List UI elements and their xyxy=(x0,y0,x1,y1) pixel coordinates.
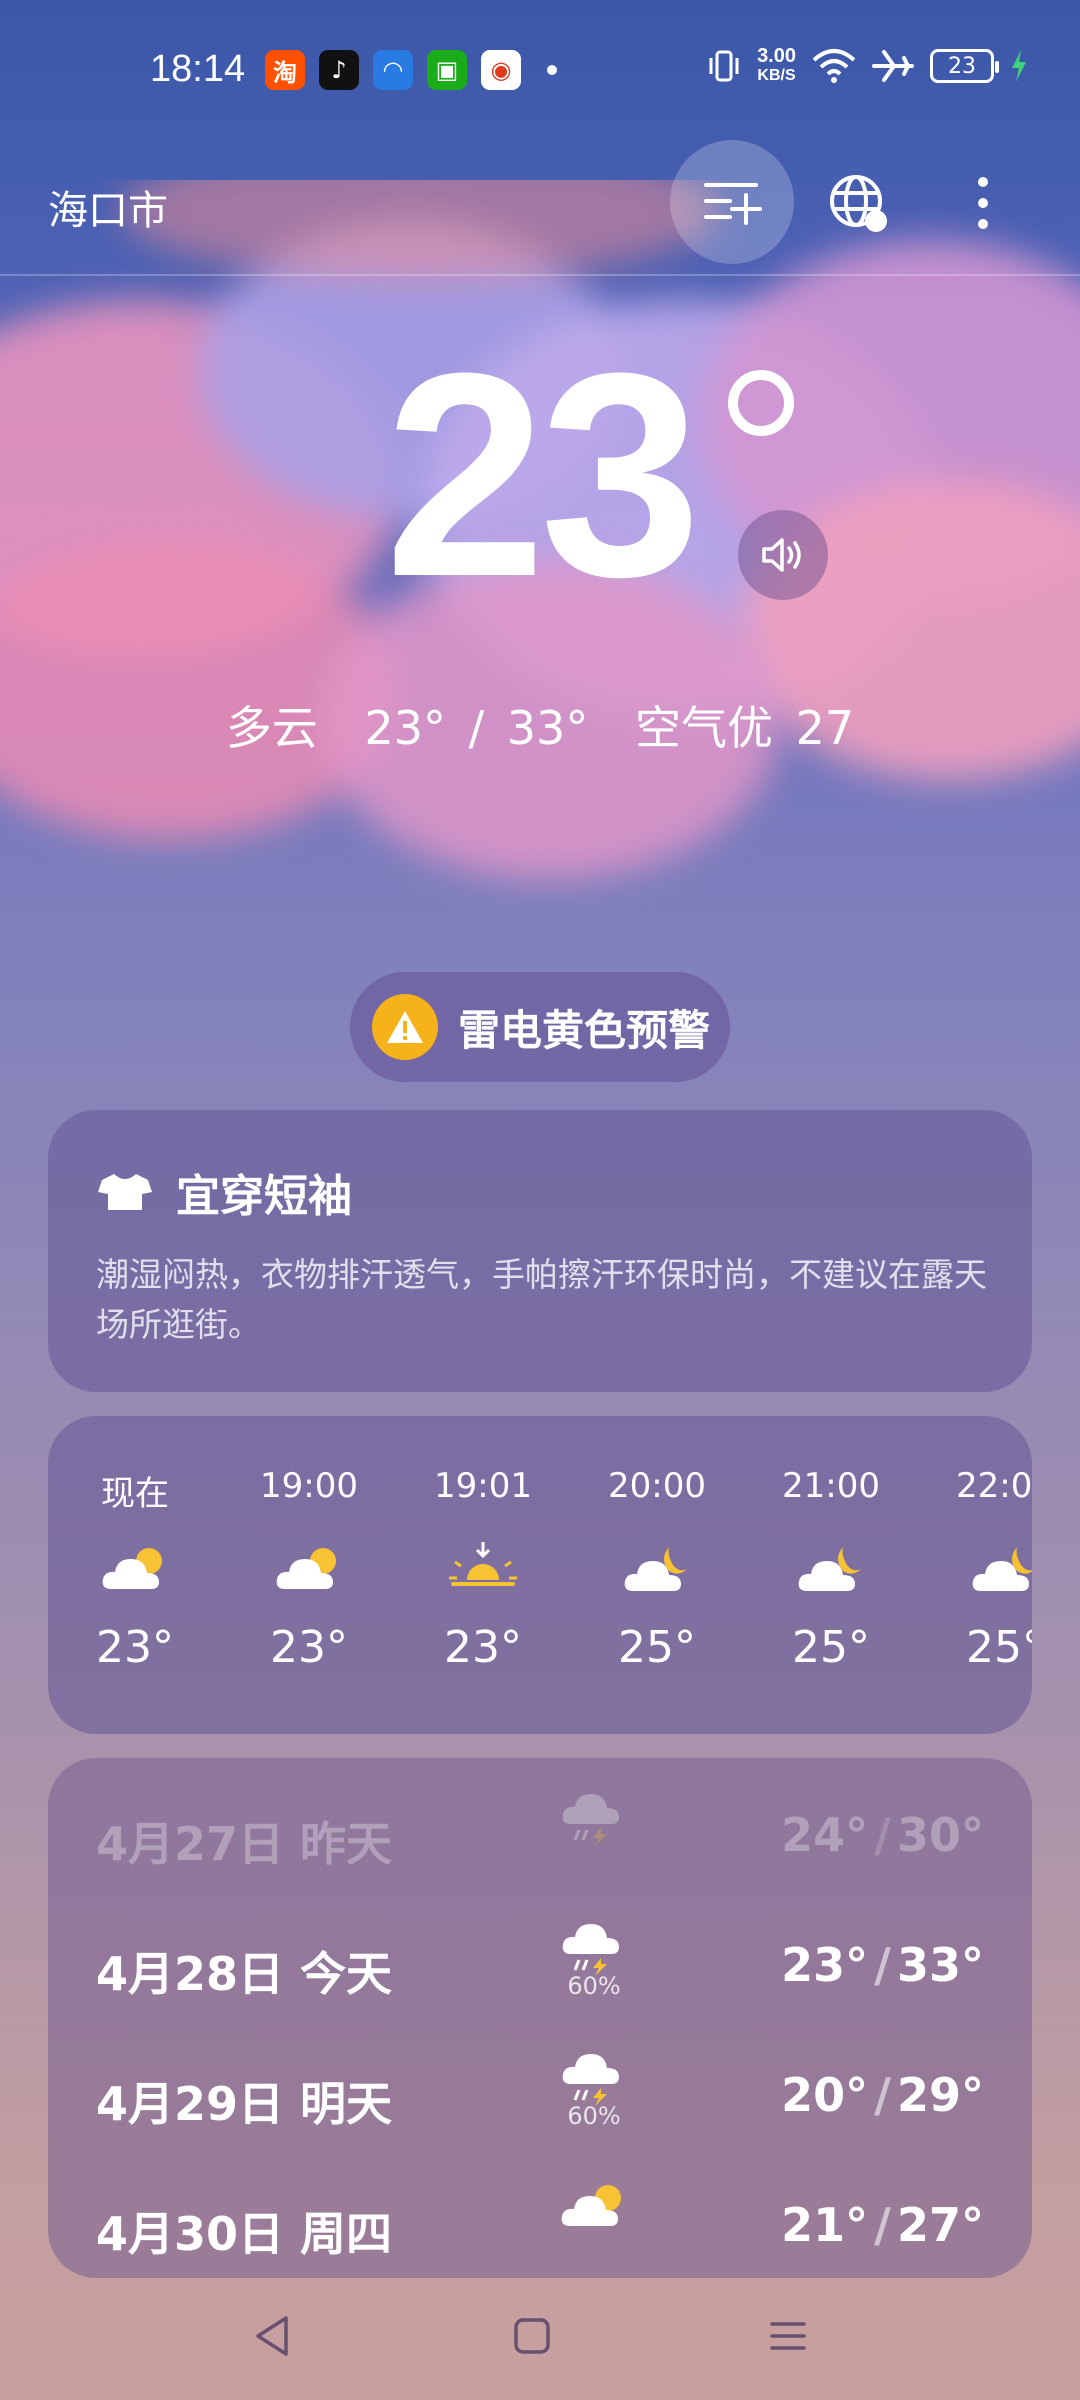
hourly-time: 19:00 xyxy=(260,1466,358,1506)
degree-symbol xyxy=(728,370,794,436)
back-button[interactable] xyxy=(242,2306,302,2366)
red-app-icon: ◉ xyxy=(481,50,521,90)
douyin-app-icon: ♪ xyxy=(319,50,359,90)
sunset-icon xyxy=(443,1540,523,1600)
clothing-advice-card[interactable]: 宜穿短袖 潮湿闷热，衣物排汗透气，手帕擦汗环保时尚，不建议在露天场所逛街。 xyxy=(48,1110,1032,1392)
hourly-temp: 25° xyxy=(618,1622,696,1673)
air-quality[interactable]: 空气优 27 xyxy=(635,701,854,755)
home-button[interactable] xyxy=(502,2306,562,2366)
cloudy-sun-icon xyxy=(554,2180,634,2260)
precipitation-probability: 60% xyxy=(567,1972,621,2000)
cloudy-sun-icon xyxy=(95,1540,175,1600)
hourly-time: 20:00 xyxy=(608,1466,706,1506)
daily-row[interactable]: 4月30日 周四 21°/27° xyxy=(48,2170,1032,2270)
daily-row[interactable]: 4月27日 昨天 24°/30° xyxy=(48,1780,1032,1880)
hourly-temp: 25° xyxy=(966,1622,1032,1673)
cloudy-moon-icon xyxy=(617,1540,697,1600)
charging-icon xyxy=(1012,50,1026,82)
system-navigation-bar xyxy=(0,2268,1080,2400)
cloudy-moon-icon xyxy=(965,1540,1032,1600)
daily-temp-range: 24°/30° xyxy=(781,1808,984,1862)
clothing-description: 潮湿闷热，衣物排汗透气，手帕擦汗环保时尚，不建议在露天场所逛街。 xyxy=(96,1255,987,1344)
hourly-list[interactable]: 现在 23° 19:00 23° 19:01 23° 20:00 25° 21:00 25° 22:… xyxy=(48,1416,1032,1673)
cloudy-moon-icon xyxy=(791,1540,871,1600)
recents-button[interactable] xyxy=(758,2306,818,2366)
battery-indicator: 23 xyxy=(930,49,999,83)
hourly-temp: 23° xyxy=(444,1622,522,1673)
precipitation-probability: 60% xyxy=(567,2102,621,2130)
globe-button[interactable] xyxy=(820,165,896,241)
alert-text: 雷电黄色预警 xyxy=(458,1005,711,1055)
tshirt-icon xyxy=(98,1174,152,1210)
battery-level: 23 xyxy=(948,53,976,79)
today-range: 23° / 33° xyxy=(364,701,589,755)
airplane-mode-icon xyxy=(872,50,914,82)
city-name[interactable]: 海口市 xyxy=(48,178,168,236)
status-bar: 18:14 淘 ♪ ◠ ▣ ◉ 3.00 KB/S 23 xyxy=(0,0,1080,140)
condition-text: 多云 xyxy=(225,701,318,755)
weather-summary: 多云 23° / 33° 空气优 27 xyxy=(0,692,1080,758)
back-icon xyxy=(256,2316,288,2356)
thunderstorm-icon: 60% xyxy=(554,1920,634,2000)
network-speed-value: 3.00 xyxy=(757,45,796,67)
store-app-icon: ◠ xyxy=(373,50,413,90)
daily-row[interactable]: 4月29日 明天 60% 20°/29° xyxy=(48,2040,1032,2140)
hourly-time: 22:00 xyxy=(956,1466,1032,1506)
status-time: 18:14 xyxy=(150,48,246,90)
header-divider xyxy=(0,274,1080,276)
taobao-app-icon: 淘 xyxy=(265,50,305,90)
weather-alert-badge[interactable]: 雷电黄色预警 xyxy=(350,972,730,1082)
daily-date: 4月29日 明天 xyxy=(96,2077,393,2131)
hourly-time: 19:01 xyxy=(434,1466,532,1506)
daily-date: 4月27日 昨天 xyxy=(96,1817,393,1871)
daily-date: 4月28日 今天 xyxy=(96,1947,393,2001)
hourly-item[interactable]: 20:00 25° xyxy=(570,1416,744,1673)
more-menu-button[interactable] xyxy=(960,165,1006,241)
hourly-time: 21:00 xyxy=(782,1466,880,1506)
daily-temp-range: 21°/27° xyxy=(781,2198,984,2252)
wechat-pay-app-icon: ▣ xyxy=(427,50,467,90)
network-speed: 3.00 KB/S xyxy=(757,46,796,86)
hourly-time: 现在 xyxy=(101,1474,169,1514)
hourly-item[interactable]: 19:01 23° xyxy=(396,1416,570,1673)
globe-icon xyxy=(830,175,887,232)
hourly-item[interactable]: 现在 23° xyxy=(48,1416,222,1673)
hourly-item[interactable]: 19:00 23° xyxy=(222,1416,396,1673)
speaker-icon xyxy=(762,538,801,572)
notification-app-icons: 淘 ♪ ◠ ▣ ◉ xyxy=(265,50,557,90)
recents-icon xyxy=(770,2322,806,2350)
daily-row[interactable]: 4月28日 今天 60% 23°/33° xyxy=(48,1910,1032,2010)
hourly-temp: 23° xyxy=(96,1622,174,1673)
add-city-button[interactable] xyxy=(670,140,794,264)
wifi-icon xyxy=(812,49,856,83)
daily-temp-range: 23°/33° xyxy=(781,1938,984,1992)
hourly-temp: 23° xyxy=(270,1622,348,1673)
hourly-forecast-card[interactable]: 现在 23° 19:00 23° 19:01 23° 20:00 25° 21:00 25° 22:… xyxy=(48,1416,1032,1734)
home-icon xyxy=(514,2318,550,2354)
vibrate-icon xyxy=(709,50,739,82)
hourly-item[interactable]: 21:00 25° xyxy=(744,1416,918,1673)
thunderstorm-icon xyxy=(554,1790,634,1870)
cloudy-sun-icon xyxy=(269,1540,349,1600)
daily-temp-range: 20°/29° xyxy=(781,2068,984,2122)
thunderstorm-icon: 60% xyxy=(554,2050,634,2130)
hourly-temp: 25° xyxy=(792,1622,870,1673)
current-temperature: 23 xyxy=(384,313,702,637)
daily-date: 4月30日 周四 xyxy=(96,2207,393,2261)
more-vertical-icon xyxy=(978,177,988,229)
clothing-title: 宜穿短袖 xyxy=(176,1171,352,1222)
voice-broadcast-button[interactable] xyxy=(738,510,828,600)
warning-icon xyxy=(372,994,438,1060)
system-indicators: 3.00 KB/S 23 xyxy=(707,46,1028,86)
hourly-item[interactable]: 22:00 25° xyxy=(918,1416,1032,1673)
more-notifications-dot xyxy=(547,65,557,75)
network-speed-unit: KB/S xyxy=(757,67,796,84)
add-list-icon xyxy=(704,183,762,225)
daily-forecast-card[interactable]: 4月27日 昨天 24°/30° 4月28日 今天 60% 23°/33° 4月29日 明… xyxy=(48,1758,1032,2278)
